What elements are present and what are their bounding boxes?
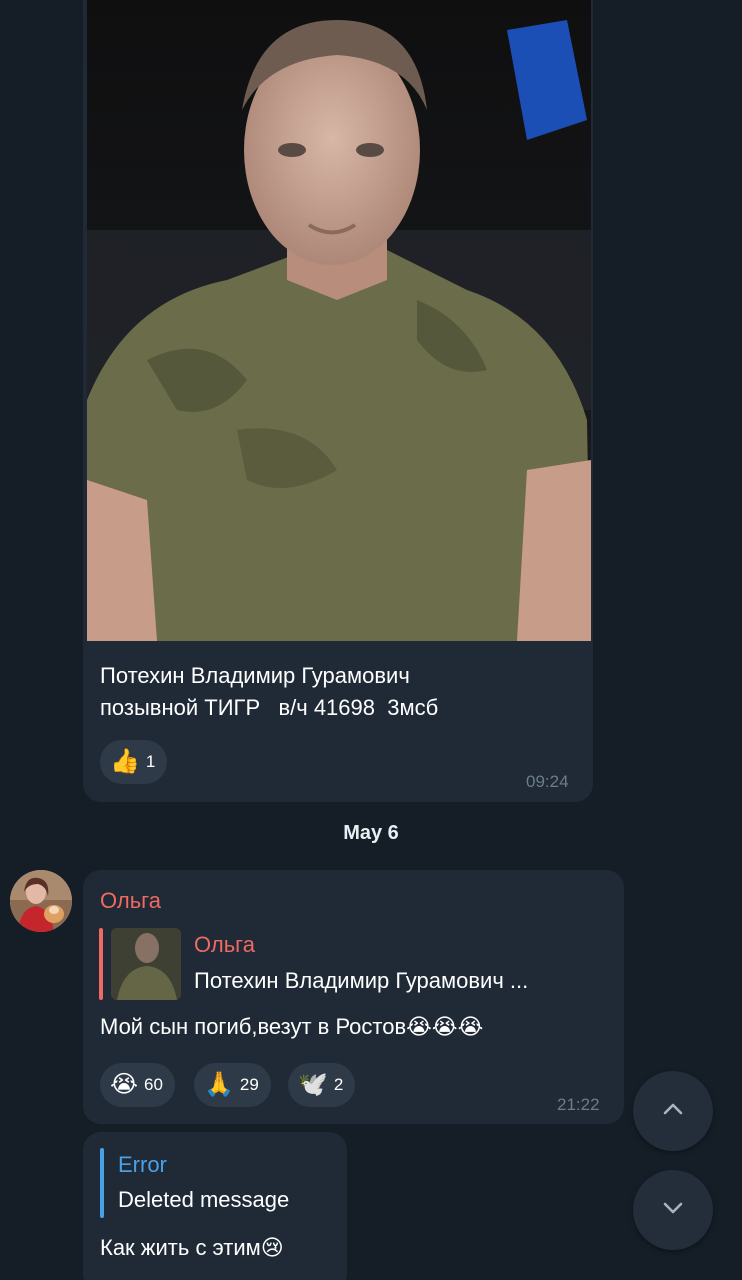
scroll-up-button[interactable] [633,1071,713,1151]
reaction-thumbs-up[interactable]: 👍 1 [100,740,168,784]
scroll-down-button[interactable] [633,1170,713,1250]
caption-line-2: позывной ТИГР в/ч 41698 3мсб [100,695,439,720]
reaction-praying[interactable]: 🙏 29 [194,1063,271,1107]
photo-message[interactable]: Потехин Владимир Гурамович позывной ТИГР… [83,0,593,802]
caption-line-1: Потехин Владимир Гурамович [100,663,410,688]
reply-preview[interactable]: Ольга Потехин Владимир Гурамович ... [99,928,599,1000]
reply-accent-bar [100,1148,104,1218]
reaction-dove[interactable]: 🕊️ 2 [288,1063,356,1107]
chevron-down-icon [660,1195,686,1226]
reply-title: Error [118,1152,167,1177]
reaction-count: 2 [333,1075,344,1094]
reply-thumbnail [111,928,181,1000]
photo-caption: Потехин Владимир Гурамович позывной ТИГР… [100,660,580,724]
message-time: 21:22 [557,1095,600,1114]
date-separator: May 6 [343,822,399,844]
error-reply-message[interactable]: Error Deleted message Как жить с этим😢 [83,1132,347,1280]
crying-face-icon: 😭 [110,1071,139,1098]
reply-sender: Ольга [194,932,255,957]
reply-text: Потехин Владимир Гурамович ... [194,968,529,993]
reaction-count: 1 [145,752,156,771]
reaction-count: 29 [239,1075,259,1094]
reply-text: Deleted message [118,1187,290,1212]
reply-accent-bar [99,928,103,1000]
soldier-photo[interactable] [87,0,591,641]
chat-view: Потехин Владимир Гурамович позывной ТИГР… [0,0,742,1280]
message-text: Мой сын погиб,везут в Ростов😭😭😭 [100,1014,484,1039]
praying-hands-icon: 🙏 [204,1071,234,1098]
olga-message[interactable]: Ольга Ольга Потехин Владимир Гурамович .… [83,870,624,1124]
message-text: Как жить с этим😢 [100,1235,284,1260]
message-time: 09:24 [526,772,569,791]
sender-name[interactable]: Ольга [100,888,161,914]
avatar[interactable] [10,870,72,932]
thumbs-up-icon: 👍 [110,748,140,775]
reaction-count: 60 [144,1075,163,1094]
chevron-up-icon [660,1096,686,1127]
reaction-crying[interactable]: 😭 60 [100,1063,175,1107]
dove-icon: 🕊️ [298,1071,328,1098]
